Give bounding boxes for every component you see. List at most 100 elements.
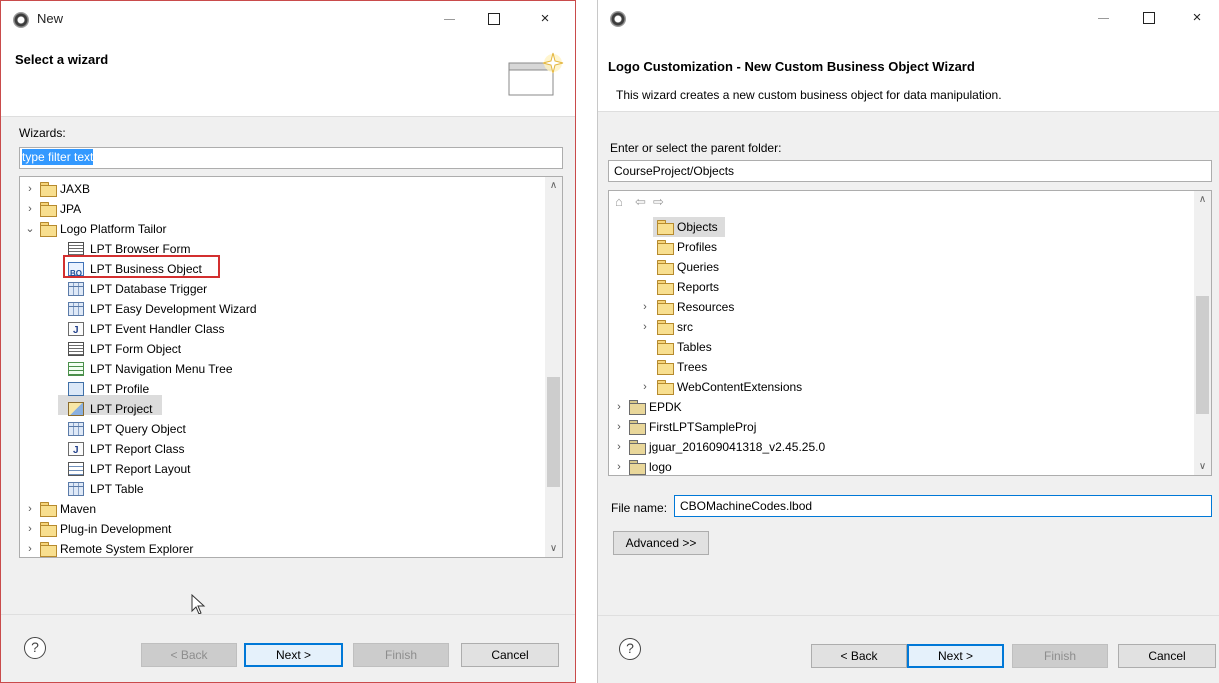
tree-item-label: Reports [677,280,720,294]
tree-item-queries[interactable]: Queries [609,257,1193,277]
finish-button[interactable]: Finish [1012,644,1108,668]
next-button[interactable]: Next > [907,644,1004,668]
scroll-up-icon[interactable]: ∧ [1194,191,1211,208]
tree-item-label: src [677,320,693,334]
tree-item-remote-system-explorer[interactable]: › Remote System Explorer [20,539,544,557]
banner-title: Logo Customization - New Custom Business… [608,59,975,74]
folder-tree[interactable]: ⌂ ⇦ ⇨ Objects Profiles Queries Reports ›… [608,190,1212,476]
folder-icon [40,542,57,557]
tree-item-plug-in-development[interactable]: › Plug-in Development [20,519,544,539]
help-icon[interactable]: ? [619,638,641,660]
browser-form-icon [68,242,84,256]
scroll-down-icon[interactable]: ∨ [1194,458,1211,475]
tree-nav-toolbar: ⌂ ⇦ ⇨ [609,191,1193,213]
scroll-down-icon[interactable]: ∨ [545,540,562,557]
tree-item-lpt-navigation-menu-tree[interactable]: LPT Navigation Menu Tree [20,359,544,379]
folder-icon [40,202,57,217]
chevron-right-icon[interactable]: › [639,377,651,397]
folder-icon [657,360,674,375]
chevron-right-icon[interactable]: › [24,519,36,539]
finish-button[interactable]: Finish [353,643,449,667]
project-folder-icon [629,460,646,475]
tree-item-lpt-easy-development-wizard[interactable]: LPT Easy Development Wizard [20,299,544,319]
chevron-right-icon[interactable]: › [639,297,651,317]
tree-item-objects[interactable]: Objects [609,217,1193,237]
forward-arrow-icon[interactable]: ⇨ [653,194,664,210]
chevron-right-icon[interactable]: › [613,417,625,437]
close-button[interactable]: × [534,9,556,29]
tree-item-lpt-query-object[interactable]: LPT Query Object [20,419,544,439]
new-wizard-dialog: New × Select a wizard Wizards: type filt… [0,0,576,683]
back-arrow-icon[interactable]: ⇦ [635,194,646,210]
tree-item-lpt-database-trigger[interactable]: LPT Database Trigger [20,279,544,299]
home-icon[interactable]: ⌂ [615,194,623,209]
wizard-tree[interactable]: › JAXB › JPA ⌄ Logo Platform Tailor LPT … [19,176,563,558]
tree-item-lpt-table[interactable]: LPT Table [20,479,544,499]
maximize-button[interactable] [1138,8,1160,28]
tree-item-label: Maven [60,502,97,516]
chevron-right-icon[interactable]: › [24,499,36,519]
chevron-right-icon[interactable]: › [639,317,651,337]
tree-item-jaxb[interactable]: › JAXB [20,179,544,199]
back-button[interactable]: < Back [141,643,237,667]
tree-item-profiles[interactable]: Profiles [609,237,1193,257]
tree-item-logo-platform-tailor[interactable]: ⌄ Logo Platform Tailor [20,219,544,239]
tree-item-label: Logo Platform Tailor [60,222,167,236]
tree-item-webcontentextensions[interactable]: › WebContentExtensions [609,377,1193,397]
title-bar[interactable]: New × [1,1,575,37]
tree-item-label: EPDK [649,400,682,414]
table-grid-icon [68,282,84,296]
tree-item-lpt-form-object[interactable]: LPT Form Object [20,339,544,359]
banner-title: Select a wizard [15,52,109,67]
wizard-banner-icon [508,52,564,96]
cancel-button[interactable]: Cancel [461,643,559,667]
tree-item-jguar-project[interactable]: › jguar_201609041318_v2.45.25.0 [609,437,1193,457]
parent-folder-input[interactable]: CourseProject/Objects [608,160,1212,182]
tree-item-tables[interactable]: Tables [609,337,1193,357]
scrollbar-thumb[interactable] [547,377,560,487]
cancel-button[interactable]: Cancel [1118,644,1216,668]
tree-scrollbar[interactable]: ∧ ∨ [545,177,562,557]
minimize-button[interactable] [438,9,460,29]
filter-input[interactable]: type filter text [19,147,563,169]
tree-item-lpt-event-handler-class[interactable]: LPT Event Handler Class [20,319,544,341]
maximize-button[interactable] [483,9,505,29]
tree-item-label: LPT Navigation Menu Tree [90,362,233,376]
tree-item-lpt-profile[interactable]: LPT Profile [20,379,544,399]
chevron-right-icon[interactable]: › [613,457,625,475]
tree-item-label: jguar_201609041318_v2.45.25.0 [649,440,826,454]
tree-item-epdk[interactable]: › EPDK [609,397,1193,417]
tree-item-trees[interactable]: Trees [609,357,1193,377]
tree-item-label: logo [649,460,672,474]
advanced-button[interactable]: Advanced >> [613,531,709,555]
next-button[interactable]: Next > [244,643,343,667]
tree-item-resources[interactable]: › Resources [609,297,1193,317]
help-icon[interactable]: ? [24,637,46,659]
profile-icon [68,382,84,396]
tree-item-jpa[interactable]: › JPA [20,199,544,219]
tree-item-logo[interactable]: › logo [609,457,1193,475]
close-button[interactable]: × [1186,8,1208,28]
tree-scrollbar[interactable]: ∧ ∨ [1194,191,1211,475]
chevron-down-icon[interactable]: ⌄ [24,219,36,239]
chevron-right-icon[interactable]: › [24,199,36,219]
chevron-right-icon[interactable]: › [613,437,625,457]
tree-item-label: Objects [677,220,718,234]
tree-item-firstlptsampleproj[interactable]: › FirstLPTSampleProj [609,417,1193,437]
chevron-right-icon[interactable]: › [24,539,36,557]
minimize-button[interactable] [1092,8,1114,28]
tree-item-lpt-report-class[interactable]: LPT Report Class [20,439,544,461]
tree-item-lpt-report-layout[interactable]: LPT Report Layout [20,459,544,479]
tree-item-label: WebContentExtensions [677,380,803,394]
title-bar[interactable]: × [598,0,1219,36]
file-name-input[interactable]: CBOMachineCodes.lbod [674,495,1212,517]
tree-item-reports[interactable]: Reports [609,277,1193,297]
chevron-right-icon[interactable]: › [613,397,625,417]
tree-item-maven[interactable]: › Maven [20,499,544,519]
tree-item-src[interactable]: › src [609,317,1193,337]
back-button[interactable]: < Back [811,644,907,668]
chevron-right-icon[interactable]: › [24,179,36,199]
scrollbar-thumb[interactable] [1196,296,1209,414]
scroll-up-icon[interactable]: ∧ [545,177,562,194]
tree-item-lpt-project[interactable]: LPT Project [20,399,544,419]
